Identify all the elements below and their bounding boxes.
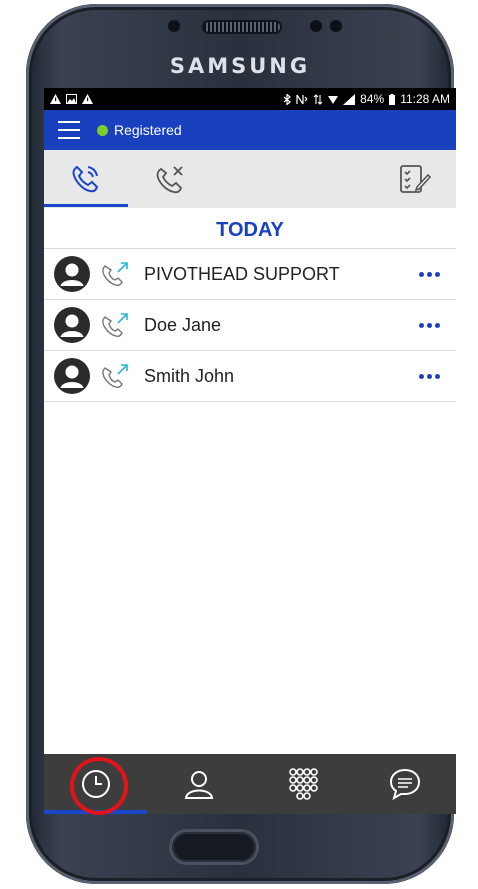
call-log-row[interactable]: PIVOTHEAD SUPPORT [44, 249, 456, 300]
active-tab-indicator [44, 204, 128, 207]
app-screen: 84% 11:28 AM Registered TODAY PIVOTHEAD … [44, 88, 456, 814]
highlight-ring [70, 757, 128, 815]
battery-icon [389, 93, 396, 105]
nav-dialpad[interactable] [250, 754, 353, 814]
app-bar: Registered [44, 110, 456, 150]
contact-avatar-icon [54, 256, 90, 292]
battery-percent: 84% [360, 92, 385, 106]
home-button[interactable] [172, 832, 256, 862]
contact-name: PIVOTHEAD SUPPORT [144, 263, 340, 284]
notification-led [390, 32, 398, 40]
contact-name: Doe Jane [144, 314, 222, 335]
warning-icon [50, 94, 61, 104]
tab-edit-list[interactable] [372, 150, 456, 208]
menu-icon[interactable] [58, 121, 80, 139]
registration-status-text: Registered [114, 122, 182, 138]
contact-avatar-icon [54, 358, 90, 394]
warning-icon [82, 94, 93, 104]
earpiece-speaker [204, 22, 280, 32]
recent-calls-icon [72, 165, 99, 193]
call-log-row[interactable]: Smith John [44, 351, 456, 402]
more-options-icon[interactable] [419, 271, 440, 277]
tab-missed-calls[interactable] [128, 150, 212, 208]
wifi-icon [328, 95, 339, 104]
registration-status-dot [97, 124, 108, 136]
status-bar: 84% 11:28 AM [44, 88, 456, 110]
front-sensor [168, 20, 180, 32]
section-header-today: TODAY [44, 208, 456, 249]
more-options-icon[interactable] [419, 373, 440, 379]
nav-chat[interactable] [353, 754, 456, 814]
signal-icon [343, 93, 356, 105]
tab-all-calls[interactable] [44, 150, 128, 208]
more-options-icon[interactable] [419, 322, 440, 328]
nfc-icon [296, 94, 308, 104]
clock-time: 11:28 AM [400, 92, 450, 106]
contact-name: Smith John [144, 365, 235, 386]
contact-avatar-icon [54, 307, 90, 343]
edit-list-icon [400, 165, 431, 193]
image-icon [66, 94, 77, 104]
bluetooth-icon [283, 93, 292, 105]
call-log-row[interactable]: Doe Jane [44, 300, 456, 351]
outgoing-call-icon [102, 364, 128, 388]
outgoing-call-icon [102, 262, 128, 286]
outgoing-call-icon [102, 313, 128, 337]
call-log-tabs [44, 150, 456, 208]
chat-icon [389, 768, 420, 801]
nav-contacts[interactable] [147, 754, 250, 814]
dialpad-icon [288, 768, 318, 800]
device-brand: SAMSUNG [169, 54, 311, 78]
proximity-sensor [310, 20, 322, 32]
data-transfer-icon [313, 93, 323, 105]
contacts-icon [184, 771, 213, 799]
front-camera [330, 20, 342, 32]
missed-calls-icon [156, 166, 183, 194]
